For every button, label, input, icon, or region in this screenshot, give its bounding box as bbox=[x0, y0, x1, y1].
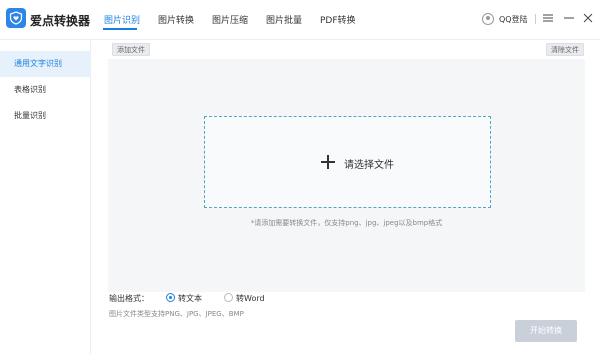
tab-image-batch[interactable]: 图片批量 bbox=[266, 13, 302, 26]
sidebar-item-batch-ocr[interactable]: 批量识别 bbox=[0, 103, 90, 129]
app-logo-icon bbox=[6, 8, 26, 28]
user-avatar-icon[interactable] bbox=[482, 13, 494, 25]
radio-to-text-label[interactable]: 转文本 bbox=[178, 293, 202, 304]
menu-icon[interactable] bbox=[541, 11, 555, 25]
qq-login-link[interactable]: QQ登陆 bbox=[499, 14, 528, 25]
tab-image-convert[interactable]: 图片转换 bbox=[158, 13, 194, 26]
tab-image-recognition[interactable]: 图片识别 bbox=[104, 13, 140, 26]
clear-file-button[interactable]: 清除文件 bbox=[546, 43, 584, 56]
main-panel: 添加文件 清除文件 请选择文件 *请添加需要转换文件，仅支持png、jpg、jp… bbox=[92, 41, 600, 354]
heart-shield-icon bbox=[9, 11, 23, 25]
add-file-button[interactable]: 添加文件 bbox=[112, 43, 150, 56]
app-title: 爱点转换器 bbox=[30, 14, 91, 28]
minimize-icon[interactable] bbox=[562, 11, 576, 25]
window-controls-divider bbox=[535, 14, 536, 24]
sidebar: 通用文字识别 表格识别 批量识别 bbox=[0, 41, 91, 354]
title-bar: 爱点转换器 图片识别 图片转换 图片压缩 图片批量 PDF转换 QQ登陆 bbox=[0, 0, 600, 40]
plus-icon bbox=[321, 155, 335, 169]
supported-format-hint: *请添加需要转换文件，仅支持png、jpg、jpeg以及bmp格式 bbox=[250, 219, 443, 227]
file-workspace: 请选择文件 *请添加需要转换文件，仅支持png、jpg、jpeg以及bmp格式 bbox=[108, 59, 585, 292]
sidebar-item-table-ocr[interactable]: 表格识别 bbox=[0, 77, 90, 103]
output-format-label: 输出格式： bbox=[109, 294, 149, 303]
tab-image-compress[interactable]: 图片压缩 bbox=[212, 13, 248, 26]
radio-to-text[interactable] bbox=[166, 293, 175, 302]
file-dropzone[interactable]: 请选择文件 bbox=[204, 116, 491, 208]
image-type-support-note: 图片文件类型支持PNG、JPG、JPEG、BMP bbox=[109, 310, 244, 318]
sidebar-item-general-ocr[interactable]: 通用文字识别 bbox=[0, 51, 90, 77]
active-tab-indicator bbox=[103, 28, 137, 30]
tab-pdf-convert[interactable]: PDF转换 bbox=[320, 13, 356, 26]
start-convert-button[interactable]: 开始转换 bbox=[515, 320, 577, 342]
radio-to-word-label[interactable]: 转Word bbox=[236, 293, 265, 304]
radio-to-word[interactable] bbox=[224, 293, 233, 302]
close-icon[interactable] bbox=[581, 11, 595, 25]
select-file-label: 请选择文件 bbox=[344, 160, 394, 171]
